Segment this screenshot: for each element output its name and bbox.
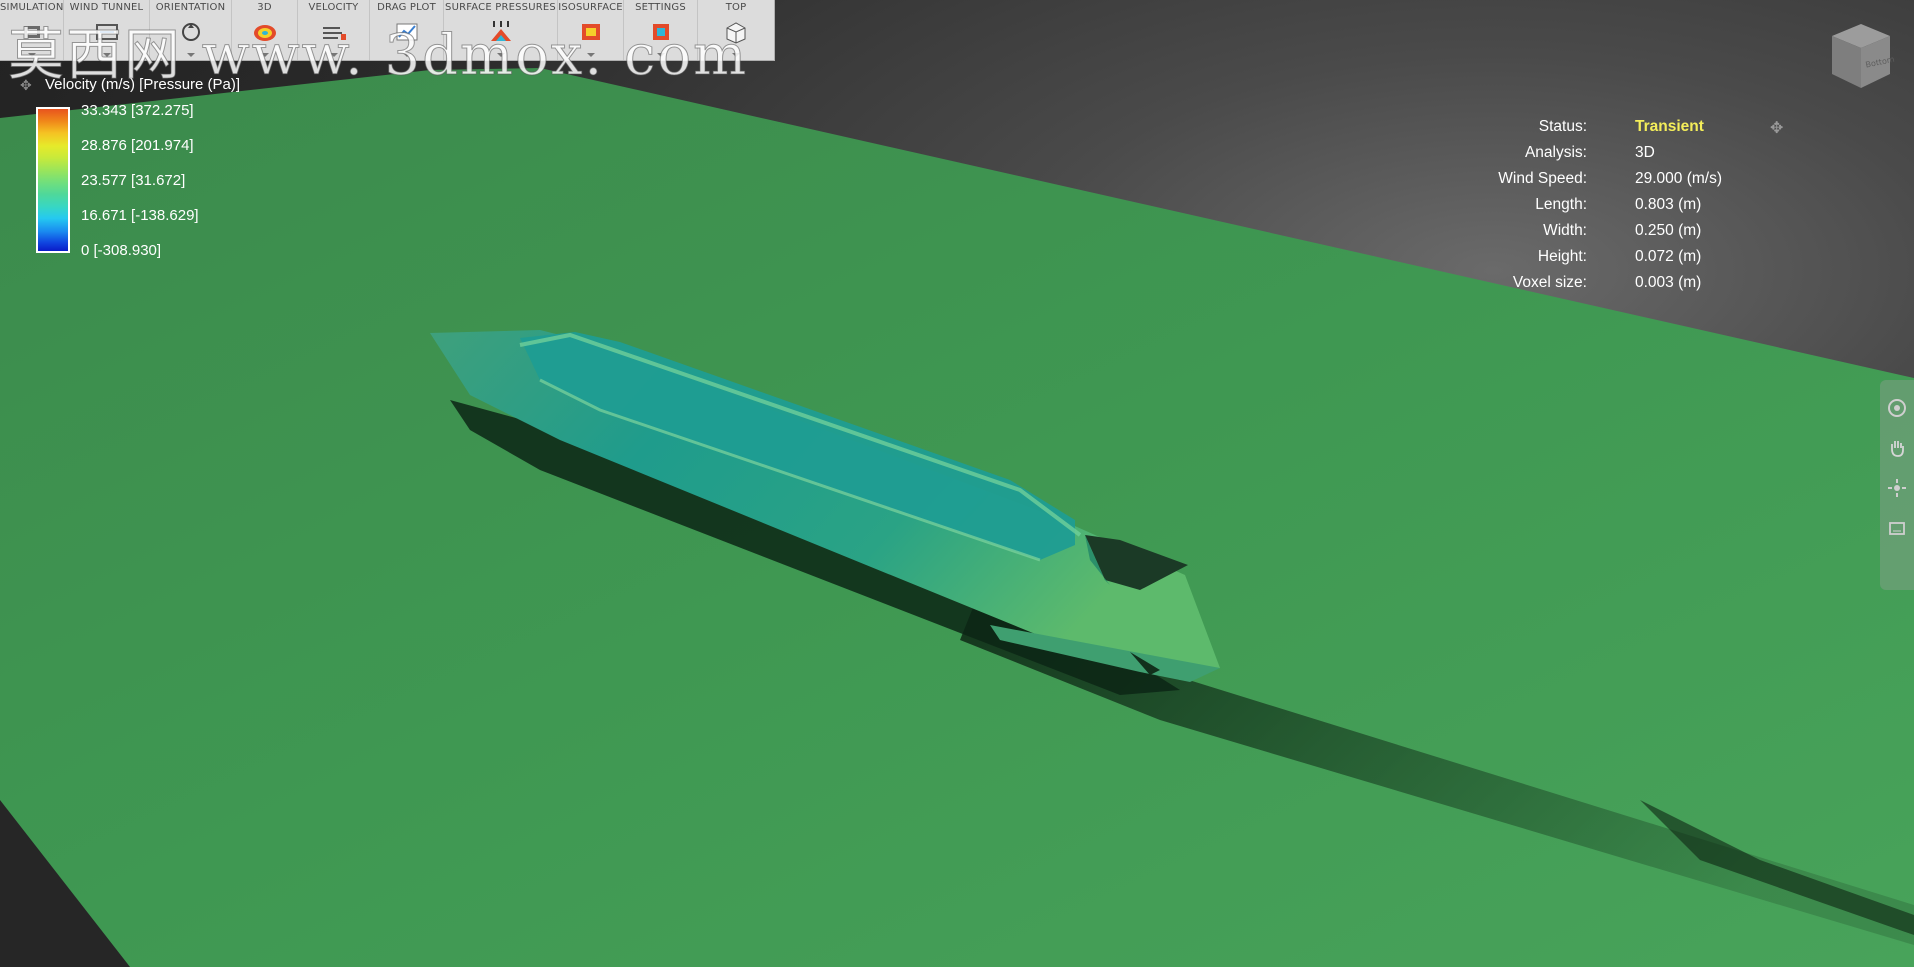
voxel-size-value: 0.003 (m) <box>1635 274 1702 291</box>
legend-value-2: 28.876 [201.974] <box>81 137 194 154</box>
legend-value-min: 0 [-308.930] <box>81 242 162 259</box>
settings-icon <box>646 18 676 46</box>
settings-label: SETTINGS <box>635 2 686 13</box>
steering-wheel-icon[interactable] <box>1885 396 1909 420</box>
info-row-analysis: Analysis: 3D <box>1480 144 1800 170</box>
legend-title: Velocity (m/s) [Pressure (Pa)] <box>45 76 241 93</box>
3d-label: 3D <box>257 2 272 13</box>
info-row-width: Width: 0.250 (m) <box>1480 222 1800 248</box>
status-label: Status: <box>1538 118 1587 135</box>
analysis-value: 3D <box>1635 144 1655 161</box>
legend-value-3: 23.577 [31.672] <box>81 172 186 189</box>
legend-value-max: 33.343 [372.275] <box>81 102 194 119</box>
info-row-status: Status: Transient <box>1480 118 1800 144</box>
orientation-icon <box>176 18 206 46</box>
chevron-down-icon <box>260 53 269 57</box>
simulation-button[interactable]: SIMULATION <box>0 0 64 60</box>
chevron-down-icon <box>402 53 411 57</box>
velocity-button[interactable]: VELOCITY <box>298 0 370 60</box>
width-label: Width: <box>1543 222 1587 239</box>
legend-color-bar <box>36 107 70 253</box>
pan-hand-icon[interactable] <box>1885 436 1909 460</box>
info-row-wind-speed: Wind Speed: 29.000 (m/s) <box>1480 170 1800 196</box>
length-label: Length: <box>1535 196 1587 213</box>
width-value: 0.250 (m) <box>1635 222 1702 239</box>
drag-plot-button[interactable]: DRAG PLOT <box>370 0 444 60</box>
isosurface-button[interactable]: ISOSURFACE <box>558 0 624 60</box>
info-row-height: Height: 0.072 (m) <box>1480 248 1800 274</box>
chevron-down-icon <box>102 53 111 57</box>
chevron-down-icon <box>586 53 595 57</box>
3d-button[interactable]: 3D <box>232 0 298 60</box>
drag-plot-label: DRAG PLOT <box>377 2 436 13</box>
move-handle-icon[interactable]: ✥ <box>1770 118 1783 137</box>
chevron-down-icon <box>186 53 195 57</box>
chevron-down-icon <box>656 53 665 57</box>
wind-tunnel-icon <box>92 18 122 46</box>
chevron-down-icon <box>732 53 740 57</box>
isosurface-label: ISOSURFACE <box>558 2 623 13</box>
height-label: Height: <box>1537 248 1587 265</box>
orientation-button[interactable]: ORIENTATION <box>150 0 232 60</box>
analysis-label: Analysis: <box>1524 144 1587 161</box>
navigation-bar <box>1880 380 1914 590</box>
info-row-length: Length: 0.803 (m) <box>1480 196 1800 222</box>
settings-button[interactable]: SETTINGS <box>624 0 698 60</box>
wind-speed-value: 29.000 (m/s) <box>1635 170 1723 187</box>
chevron-down-icon <box>27 53 36 57</box>
wind-tunnel-label: WIND TUNNEL <box>69 2 144 13</box>
info-row-voxel-size: Voxel size: 0.003 (m) <box>1480 274 1800 300</box>
height-value: 0.072 (m) <box>1635 248 1702 265</box>
surface-pressures-button[interactable]: SURFACE PRESSURES <box>444 0 558 60</box>
voxel-size-label: Voxel size: <box>1512 274 1587 291</box>
chevron-down-icon <box>329 53 338 57</box>
wind-tunnel-button[interactable]: WIND TUNNEL <box>64 0 150 60</box>
3d-icon <box>250 18 280 46</box>
isosurface-icon <box>576 18 606 46</box>
ribbon-toolbar: SIMULATION WIND TUNNEL ORIENTATION 3D VE… <box>0 0 775 61</box>
simulation-label: SIMULATION <box>0 2 64 13</box>
move-handle-icon[interactable]: ✥ <box>20 78 32 94</box>
velocity-icon <box>319 18 349 46</box>
surface-pressures-label: SURFACE PRESSURES <box>445 2 556 13</box>
velocity-label: VELOCITY <box>308 2 359 13</box>
wind-speed-label: Wind Speed: <box>1498 170 1587 187</box>
legend-value-4: 16.671 [-138.629] <box>81 207 199 224</box>
zoom-extents-icon[interactable] <box>1885 516 1909 540</box>
status-value: Transient <box>1635 118 1704 135</box>
view-cube[interactable]: Bottom <box>1826 18 1896 92</box>
length-value: 0.803 (m) <box>1635 196 1702 213</box>
top-view-button[interactable]: TOP <box>698 0 774 60</box>
top-view-label: TOP <box>725 2 747 13</box>
simulation-icon <box>17 18 47 46</box>
orientation-label: ORIENTATION <box>155 2 226 13</box>
drag-plot-icon <box>392 18 422 46</box>
chevron-down-icon <box>496 53 505 57</box>
surface-pressures-icon <box>486 18 516 46</box>
orbit-icon[interactable] <box>1885 476 1909 500</box>
top-view-icon <box>721 18 751 46</box>
